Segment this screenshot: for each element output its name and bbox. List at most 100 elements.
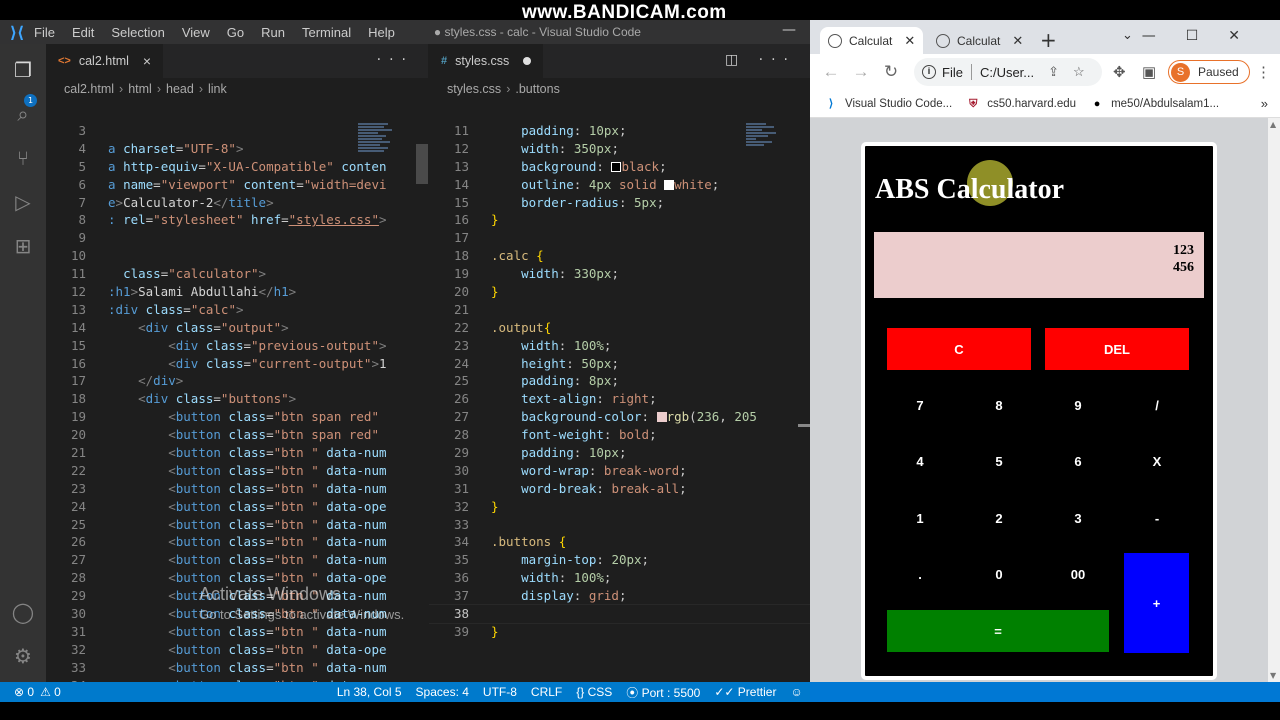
- code-line[interactable]: 12:h1>Salami Abdullahi</h1>: [46, 283, 428, 301]
- minimap[interactable]: [358, 122, 408, 202]
- editor-scrollbar[interactable]: [798, 424, 810, 427]
- code-line[interactable]: 22 <button class="btn " data-num: [46, 462, 428, 480]
- address-bar[interactable]: i File C:/User... ⇪ ☆: [914, 58, 1102, 86]
- problems-errors[interactable]: ⊗ 0: [14, 685, 34, 699]
- code-line[interactable]: 20}: [429, 283, 810, 301]
- code-line[interactable]: 30 word-wrap: break-word;: [429, 462, 810, 480]
- digit-7-button[interactable]: 7: [887, 384, 953, 426]
- share-icon[interactable]: ⇪: [1048, 64, 1059, 80]
- code-line[interactable]: 14 <div class="output">: [46, 319, 428, 337]
- reload-icon[interactable]: ↻: [876, 62, 906, 82]
- minimize-button[interactable]: —: [782, 22, 796, 38]
- editor-scrollbar[interactable]: [416, 144, 428, 184]
- code-line[interactable]: 24 height: 50px;: [429, 355, 810, 373]
- tab-styles-css[interactable]: # styles.css: [429, 44, 544, 78]
- end-of-line[interactable]: CRLF: [531, 685, 562, 699]
- menu-item-selection[interactable]: Selection: [111, 25, 164, 40]
- source-control-icon[interactable]: ⑂: [11, 146, 35, 170]
- code-line[interactable]: 20 <button class="btn span red": [46, 426, 428, 444]
- account-icon[interactable]: ◯: [11, 600, 35, 624]
- digit-3-button[interactable]: 3: [1045, 497, 1111, 539]
- code-line[interactable]: 19 width: 330px;: [429, 265, 810, 283]
- digit-4-button[interactable]: 4: [887, 440, 953, 482]
- side-panel-icon[interactable]: ▣: [1142, 63, 1156, 81]
- code-line[interactable]: 31 <button class="btn " data-num: [46, 623, 428, 641]
- indentation[interactable]: Spaces: 4: [416, 685, 469, 699]
- bookmark-item[interactable]: ⟩ Visual Studio Code...: [824, 97, 952, 111]
- add-button[interactable]: +: [1124, 553, 1189, 653]
- code-line[interactable]: 28 font-weight: bold;: [429, 426, 810, 444]
- code-line[interactable]: 8: rel="stylesheet" href="styles.css">: [46, 211, 428, 229]
- menu-item-edit[interactable]: Edit: [72, 25, 94, 40]
- code-line[interactable]: 27 background-color: rgb(236, 205: [429, 408, 810, 426]
- code-line[interactable]: 38: [429, 604, 810, 624]
- unsaved-dot-icon[interactable]: [523, 57, 532, 65]
- extensions-icon[interactable]: ⊞: [11, 234, 35, 258]
- menu-kebab-icon[interactable]: ⋮: [1256, 63, 1271, 81]
- breadcrumb-item[interactable]: head: [166, 82, 194, 96]
- double-zero-button[interactable]: 00: [1045, 553, 1111, 595]
- back-arrow-icon[interactable]: ←: [816, 62, 846, 82]
- tab-search-chevron-icon[interactable]: ⌄: [1122, 28, 1133, 43]
- window-controls[interactable]: —☐✕: [1142, 28, 1270, 44]
- site-info-icon[interactable]: i: [922, 65, 936, 79]
- menu-item-terminal[interactable]: Terminal: [302, 25, 351, 40]
- breadcrumb-item[interactable]: link: [208, 82, 227, 96]
- code-line[interactable]: 35 margin-top: 20px;: [429, 551, 810, 569]
- code-line[interactable]: 36 width: 100%;: [429, 569, 810, 587]
- scroll-down-icon[interactable]: ▼: [1270, 671, 1276, 680]
- code-line[interactable]: 11 class="calculator">: [46, 265, 428, 283]
- minimap[interactable]: [746, 122, 796, 202]
- close-tab-icon[interactable]: ×: [143, 53, 151, 69]
- forward-arrow-icon[interactable]: →: [846, 62, 876, 82]
- code-line[interactable]: 29 padding: 10px;: [429, 444, 810, 462]
- code-line[interactable]: 26 text-align: right;: [429, 390, 810, 408]
- code-line[interactable]: 27 <button class="btn " data-num: [46, 551, 428, 569]
- equals-button[interactable]: =: [887, 610, 1109, 652]
- breadcrumb-item[interactable]: html: [128, 82, 152, 96]
- code-line[interactable]: 19 <button class="btn span red": [46, 408, 428, 426]
- language-mode[interactable]: {} CSS: [576, 685, 612, 699]
- close-tab-icon[interactable]: ✕: [904, 33, 915, 49]
- extensions-puzzle-icon[interactable]: ✥: [1113, 63, 1126, 81]
- profile-button[interactable]: S Paused: [1168, 60, 1250, 84]
- digit-8-button[interactable]: 8: [966, 384, 1032, 426]
- code-line[interactable]: 26 <button class="btn " data-num: [46, 533, 428, 551]
- subtract-button[interactable]: -: [1124, 497, 1190, 539]
- page-scrollbar[interactable]: ▲ ▼: [1268, 118, 1280, 682]
- split-editor-icon[interactable]: ◫ ···: [725, 52, 796, 68]
- code-line[interactable]: 22 .output{: [429, 319, 810, 337]
- digit-0-button[interactable]: 0: [966, 553, 1032, 595]
- code-line[interactable]: 16 <div class="current-output">1: [46, 355, 428, 373]
- live-server-port[interactable]: ⦿ Port : 5500: [626, 684, 700, 701]
- code-line[interactable]: 9: [46, 229, 428, 247]
- settings-gear-icon[interactable]: ⚙: [11, 644, 35, 668]
- explorer-icon[interactable]: ❐: [11, 58, 35, 82]
- divide-button[interactable]: /: [1124, 384, 1190, 426]
- menu-item-run[interactable]: Run: [261, 25, 285, 40]
- browser-tab-2[interactable]: Calculat ✕: [928, 27, 1031, 54]
- code-line[interactable]: 13:div class="calc">: [46, 301, 428, 319]
- code-line[interactable]: 10: [46, 247, 428, 265]
- menu-item-view[interactable]: View: [182, 25, 210, 40]
- code-line[interactable]: 23 width: 100%;: [429, 337, 810, 355]
- code-line[interactable]: 18 <div class="buttons">: [46, 390, 428, 408]
- more-bookmarks-chevron-icon[interactable]: »: [1261, 96, 1268, 111]
- digit-2-button[interactable]: 2: [966, 497, 1032, 539]
- bookmark-star-icon[interactable]: ☆: [1073, 64, 1085, 80]
- code-line[interactable]: 24 <button class="btn " data-ope: [46, 498, 428, 516]
- bookmark-item[interactable]: ⛨ cs50.harvard.edu: [966, 97, 1076, 111]
- code-line[interactable]: 21 <button class="btn " data-num: [46, 444, 428, 462]
- code-line[interactable]: 17 </div>: [46, 372, 428, 390]
- tab-cal2-html[interactable]: <> cal2.html ×: [46, 44, 164, 78]
- digit-5-button[interactable]: 5: [966, 440, 1032, 482]
- code-line[interactable]: 23 <button class="btn " data-num: [46, 480, 428, 498]
- code-line[interactable]: 34 .buttons {: [429, 533, 810, 551]
- breadcrumb-item[interactable]: .buttons: [515, 82, 559, 96]
- code-line[interactable]: 37 display: grid;: [429, 587, 810, 605]
- code-line[interactable]: 18 .calc {: [429, 247, 810, 265]
- close-tab-icon[interactable]: ✕: [1012, 33, 1023, 49]
- run-debug-icon[interactable]: ▷: [11, 190, 35, 214]
- digit-1-button[interactable]: 1: [887, 497, 953, 539]
- code-line[interactable]: 16}: [429, 211, 810, 229]
